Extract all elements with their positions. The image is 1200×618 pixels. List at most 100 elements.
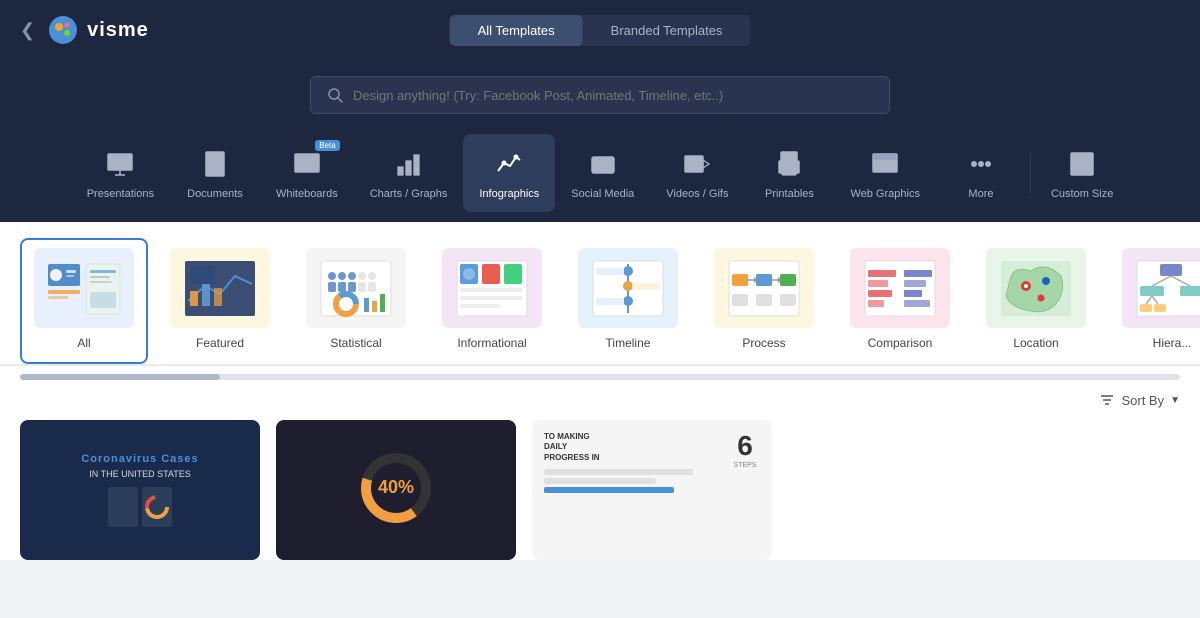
subcat-all-label: All — [77, 336, 90, 350]
daily-bars — [544, 469, 730, 493]
subcat-hierarchical-thumb — [1122, 248, 1200, 328]
subcat-process[interactable]: Process — [700, 238, 828, 364]
location-thumb-svg — [996, 256, 1076, 321]
all-thumb-svg — [44, 256, 124, 321]
subcat-comparison-label: Comparison — [868, 336, 933, 350]
category-custom-size[interactable]: Custom Size — [1035, 134, 1129, 212]
subcat-timeline-thumb — [578, 248, 678, 328]
category-videos[interactable]: Videos / Gifs — [650, 134, 744, 212]
infographics-label: Infographics — [479, 188, 539, 200]
presentations-label: Presentations — [87, 188, 154, 200]
category-web-graphics[interactable]: Web Graphics — [834, 134, 936, 212]
subcat-featured[interactable]: Featured — [156, 238, 284, 364]
videos-icon — [679, 146, 715, 182]
featured-thumb-svg — [180, 256, 260, 321]
subcat-location[interactable]: Location — [972, 238, 1100, 364]
top-bar: ❮ visme All Templates Branded Templates — [0, 0, 1200, 60]
template-card-corona[interactable]: Coronavirus Cases IN THE UNITED STATES — [20, 420, 260, 560]
subcat-location-thumb — [986, 248, 1086, 328]
charts-icon — [391, 146, 427, 182]
subcat-informational[interactable]: Informational — [428, 238, 556, 364]
social-media-label: Social Media — [571, 188, 634, 200]
subcat-hierarchical[interactable]: Hiera... — [1108, 238, 1200, 364]
category-infographics[interactable]: Infographics — [463, 134, 555, 212]
sort-bar[interactable]: Sort By ▼ — [0, 380, 1200, 420]
infographics-icon — [491, 146, 527, 182]
sort-label: Sort By — [1121, 393, 1164, 408]
corona-subtitle: Coronavirus Cases — [81, 453, 198, 465]
printables-icon — [771, 146, 807, 182]
web-graphics-icon — [867, 146, 903, 182]
svg-text:40%: 40% — [378, 477, 414, 497]
charts-label: Charts / Graphs — [370, 188, 448, 200]
documents-icon — [197, 146, 233, 182]
process-thumb-svg — [724, 256, 804, 321]
subcat-statistical-thumb — [306, 248, 406, 328]
whiteboards-icon — [289, 146, 325, 182]
logo-area: visme — [47, 14, 149, 46]
daily-number: 6 STEPS — [730, 432, 760, 469]
subcat-statistical[interactable]: Statistical — [292, 238, 420, 364]
more-label: More — [968, 188, 993, 200]
all-templates-tab[interactable]: All Templates — [450, 15, 583, 46]
comparison-thumb-svg — [860, 256, 940, 321]
category-charts[interactable]: Charts / Graphs — [354, 134, 464, 212]
timeline-thumb-svg — [588, 256, 668, 321]
informational-thumb-svg — [452, 256, 532, 321]
forty-donut: 40% — [356, 448, 436, 528]
search-icon — [327, 87, 343, 103]
scroll-thumb — [20, 374, 220, 380]
subcat-hierarchical-label: Hiera... — [1153, 336, 1192, 350]
beta-badge: Beta — [315, 140, 339, 151]
web-graphics-label: Web Graphics — [850, 188, 920, 200]
subcat-comparison-thumb — [850, 248, 950, 328]
forty-content: 40% — [356, 448, 436, 533]
subcat-comparison[interactable]: Comparison — [836, 238, 964, 364]
back-button[interactable]: ❮ — [20, 20, 35, 41]
documents-label: Documents — [187, 188, 243, 200]
search-bar — [310, 76, 890, 114]
corona-title: IN THE UNITED STATES — [89, 469, 191, 479]
custom-size-icon — [1064, 146, 1100, 182]
subcat-informational-thumb — [442, 248, 542, 328]
subcat-all[interactable]: All — [20, 238, 148, 364]
logo-text: visme — [87, 19, 149, 42]
statistical-thumb-svg — [316, 256, 396, 321]
subcat-process-thumb — [714, 248, 814, 328]
sort-icon — [1099, 392, 1115, 408]
category-printables[interactable]: Printables — [744, 134, 834, 212]
subcat-informational-label: Informational — [457, 336, 526, 350]
more-icon — [963, 146, 999, 182]
sort-chevron: ▼ — [1170, 395, 1180, 406]
corona-mini-chart — [145, 490, 170, 525]
template-grid: Coronavirus Cases IN THE UNITED STATES 4… — [0, 420, 1200, 560]
subcat-timeline[interactable]: Timeline — [564, 238, 692, 364]
subcat-all-thumb — [34, 248, 134, 328]
template-tabs: All Templates Branded Templates — [450, 15, 751, 46]
hierarchical-thumb-svg — [1132, 256, 1200, 321]
branded-templates-tab[interactable]: Branded Templates — [583, 15, 751, 46]
main-content: All Featured — [0, 222, 1200, 560]
category-whiteboards[interactable]: Beta Whiteboards — [260, 134, 354, 212]
subcat-featured-thumb — [170, 248, 270, 328]
search-input[interactable] — [353, 88, 873, 103]
category-social-media[interactable]: Social Media — [555, 134, 650, 212]
template-card-daily[interactable]: TO MAKINGDAILYPROGRESS IN 6 STEPS — [532, 420, 772, 560]
daily-content: TO MAKINGDAILYPROGRESS IN — [544, 432, 730, 493]
corona-chart — [108, 487, 172, 527]
custom-size-label: Custom Size — [1051, 188, 1113, 200]
subcat-location-label: Location — [1013, 336, 1058, 350]
subcat-featured-label: Featured — [196, 336, 244, 350]
category-documents[interactable]: Documents — [170, 134, 260, 212]
category-more[interactable]: More — [936, 134, 1026, 212]
divider — [1030, 153, 1031, 193]
printables-label: Printables — [765, 188, 814, 200]
category-presentations[interactable]: Presentations — [71, 134, 170, 212]
social-media-icon — [585, 146, 621, 182]
subcat-timeline-label: Timeline — [606, 336, 651, 350]
template-card-40[interactable]: 40% — [276, 420, 516, 560]
scroll-indicator — [20, 374, 1180, 380]
presentations-icon — [102, 146, 138, 182]
subcat-process-label: Process — [742, 336, 785, 350]
whiteboards-label: Whiteboards — [276, 188, 338, 200]
